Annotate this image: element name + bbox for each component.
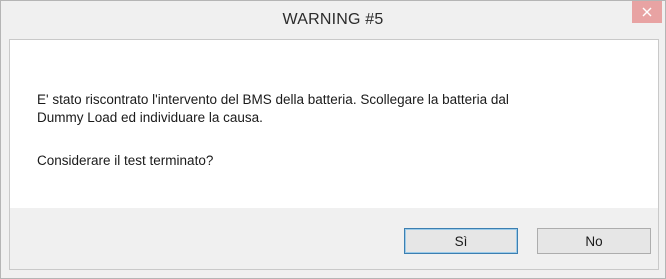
message-area: E' stato riscontrato l'intervento del BM… — [10, 40, 658, 208]
message-line-1: E' stato riscontrato l'intervento del BM… — [37, 92, 509, 107]
close-button[interactable] — [632, 1, 662, 23]
no-button[interactable]: No — [537, 228, 651, 254]
dialog-body: E' stato riscontrato l'intervento del BM… — [9, 39, 659, 270]
yes-button[interactable]: Sì — [404, 228, 518, 254]
button-bar: Sì No — [10, 208, 658, 269]
title-bar[interactable]: WARNING #5 — [1, 1, 665, 39]
dialog-title: WARNING #5 — [282, 11, 384, 28]
warning-dialog: WARNING #5 E' stato riscontrato l'interv… — [0, 0, 666, 279]
message-line-2: Dummy Load ed individuare la causa. — [37, 110, 263, 125]
close-icon — [642, 7, 652, 17]
question-text: Considerare il test terminato? — [37, 153, 214, 168]
